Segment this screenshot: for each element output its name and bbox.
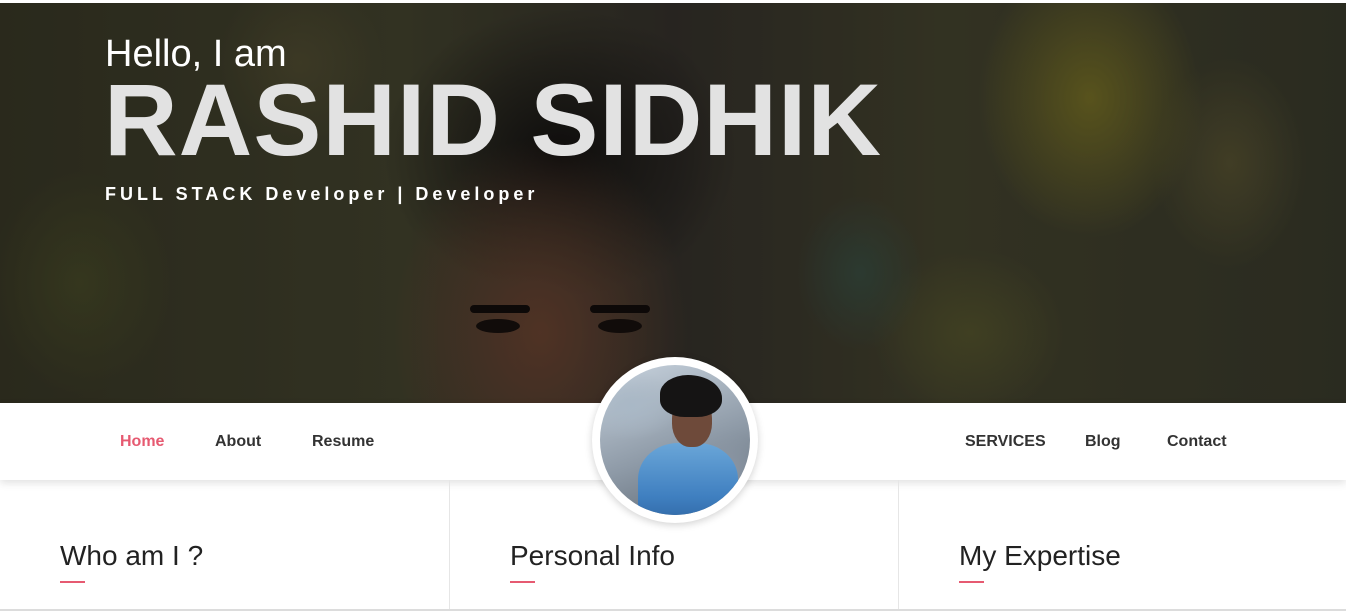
hero-tagline: FULL STACK Developer | Developer	[105, 184, 539, 204]
nav-link-blog[interactable]: Blog	[1085, 433, 1121, 451]
section-title-who-am-i: Who am I ?	[60, 540, 204, 571]
nav-link-services[interactable]: SERVICES	[965, 433, 1046, 451]
nav-link-resume[interactable]: Resume	[312, 433, 374, 451]
who-am-i-section: Who am I ?	[0, 480, 450, 611]
nav-link-contact[interactable]: Contact	[1167, 433, 1227, 451]
my-expertise-section: My Expertise	[899, 480, 1346, 611]
nav-link-about[interactable]: About	[215, 433, 261, 451]
personal-info-section: Personal Info	[450, 480, 899, 611]
title-underline	[60, 581, 85, 583]
nav-link-home[interactable]: Home	[120, 433, 164, 451]
hero-name: RASHID SIDHIK	[104, 63, 883, 177]
title-underline	[510, 581, 535, 583]
section-title-my-expertise: My Expertise	[959, 540, 1121, 571]
hero-banner: Hello, I am RASHID SIDHIK FULL STACK Dev…	[0, 3, 1346, 403]
title-underline	[959, 581, 984, 583]
section-title-personal-info: Personal Info	[510, 540, 675, 571]
